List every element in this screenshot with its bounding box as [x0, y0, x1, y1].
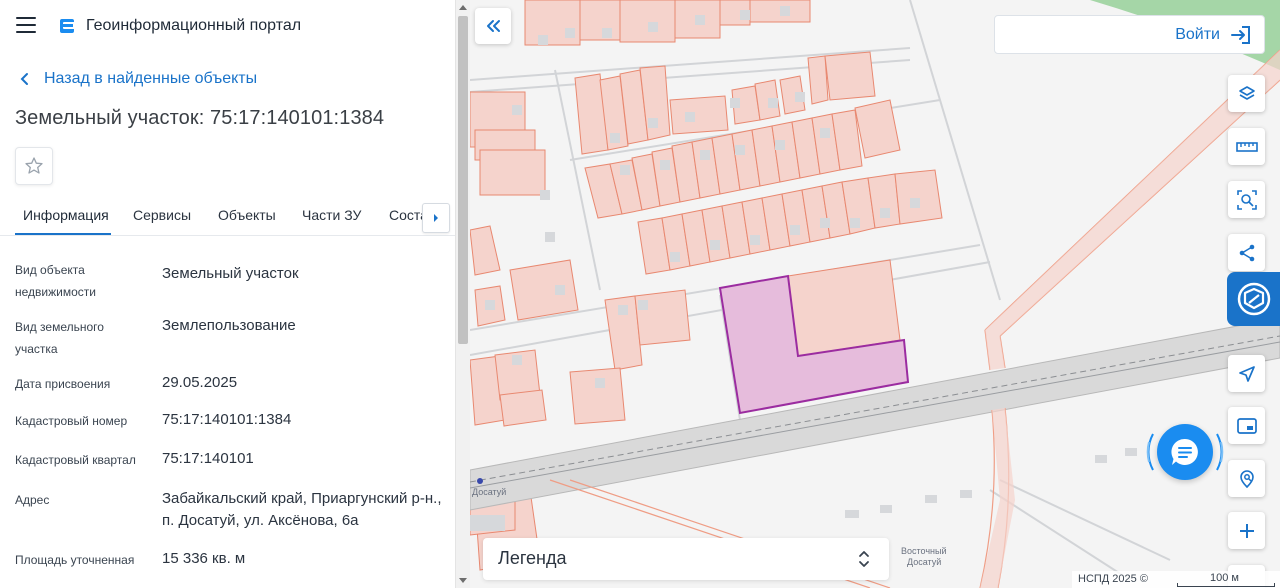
chat-bubble-icon — [1171, 438, 1198, 465]
zoom-in-button[interactable] — [1228, 512, 1265, 549]
top-bar: Геоинформационный портал — [0, 0, 455, 52]
property-label: Площадь уточненная — [15, 553, 135, 567]
property-value: 75:17:140101:1384 — [162, 411, 292, 428]
station-label: Досатуй — [472, 487, 507, 497]
menu-icon[interactable] — [16, 17, 36, 33]
property-value: Землепользование — [162, 317, 296, 334]
locate-button[interactable] — [1228, 355, 1265, 392]
property-value: Забайкальский край, Приаргунский р-н., п… — [162, 490, 442, 529]
tab-parts[interactable]: Части ЗУ — [302, 207, 361, 223]
property-value: Земельный участок — [162, 265, 299, 282]
tabs-scroll-right-button[interactable] — [422, 203, 450, 233]
portal-title: Геоинформационный портал — [86, 17, 302, 34]
property-value: 75:17:140101 — [162, 450, 254, 467]
ruler-icon — [1235, 141, 1258, 152]
chat-button[interactable] — [1157, 424, 1213, 480]
chevron-left-icon — [20, 73, 28, 85]
login-arrow-icon — [1231, 25, 1250, 44]
tab-bar: Информация Сервисы Объекты Части ЗУ Сост… — [0, 200, 455, 236]
caret-right-icon — [434, 214, 438, 222]
object-title: Земельный участок: 75:17:140101:1384 — [15, 107, 385, 129]
portal-logo-icon — [60, 19, 74, 33]
property-label: Вид объекта недвижимости — [15, 263, 96, 299]
zoom-in-icon — [1239, 523, 1254, 538]
tab-info[interactable]: Информация — [23, 207, 109, 223]
property-label: Кадастровый квартал — [15, 453, 136, 467]
back-link-label: Назад в найденные объекты — [44, 70, 258, 87]
tab-objects[interactable]: Объекты — [218, 207, 276, 223]
station-marker-icon[interactable] — [477, 478, 483, 484]
area-select-button[interactable] — [1228, 181, 1265, 218]
scale-bar — [1177, 583, 1275, 587]
expand-arrows-icon — [859, 551, 869, 567]
login-label: Войти — [1175, 25, 1220, 43]
minimap-button[interactable] — [1228, 407, 1265, 444]
property-label: Адрес — [15, 493, 50, 507]
locate-icon — [1238, 365, 1255, 382]
active-tab-indicator — [15, 233, 111, 235]
property-label: Дата присвоения — [15, 377, 111, 391]
share-icon — [1239, 244, 1254, 261]
search-location-button[interactable] — [1228, 460, 1265, 497]
place-label: Восточный — [901, 546, 947, 556]
scroll-down-arrow-icon[interactable] — [459, 578, 467, 583]
info-panel: Геоинформационный портал Назад в найденн… — [0, 0, 455, 588]
select-area-icon — [1236, 189, 1257, 210]
favorite-button[interactable] — [15, 147, 53, 185]
map-layer[interactable] — [470, 0, 1280, 588]
scroll-thumb[interactable] — [458, 16, 468, 344]
double-chevron-left-icon — [487, 20, 500, 32]
property-label: Кадастровый номер — [15, 414, 128, 428]
search-location-icon — [1239, 469, 1254, 488]
nspd-icon — [1237, 282, 1270, 316]
share-button[interactable] — [1228, 234, 1265, 271]
tab-services[interactable]: Сервисы — [133, 207, 191, 223]
star-icon — [25, 157, 43, 174]
minimap-icon — [1236, 417, 1257, 434]
property-value: 15 336 кв. м — [162, 550, 246, 567]
property-value: 29.05.2025 — [162, 374, 238, 391]
legend-label: Легенда — [498, 548, 567, 568]
map-canvas[interactable]: Досатуй Восточный Досатуй — [470, 0, 1280, 588]
layers-icon — [1238, 85, 1255, 100]
measure-button[interactable] — [1228, 128, 1265, 165]
legend-dropdown[interactable]: Легенда — [483, 538, 889, 580]
panel-scrollbar[interactable] — [455, 0, 470, 588]
property-label: Вид земельного участка — [15, 320, 104, 356]
collapse-panel-button[interactable] — [475, 8, 511, 44]
place-label: Досатуй — [907, 557, 942, 567]
scroll-up-arrow-icon[interactable] — [459, 5, 467, 10]
map-attribution: НСПД 2025 © 100 м — [1072, 571, 1280, 588]
nspd-button[interactable] — [1227, 272, 1280, 326]
attribution-text: НСПД 2025 © — [1078, 573, 1148, 585]
layers-button[interactable] — [1228, 75, 1265, 112]
back-to-results-link[interactable]: Назад в найденные объекты — [18, 70, 257, 88]
login-button[interactable]: Войти — [994, 15, 1265, 54]
